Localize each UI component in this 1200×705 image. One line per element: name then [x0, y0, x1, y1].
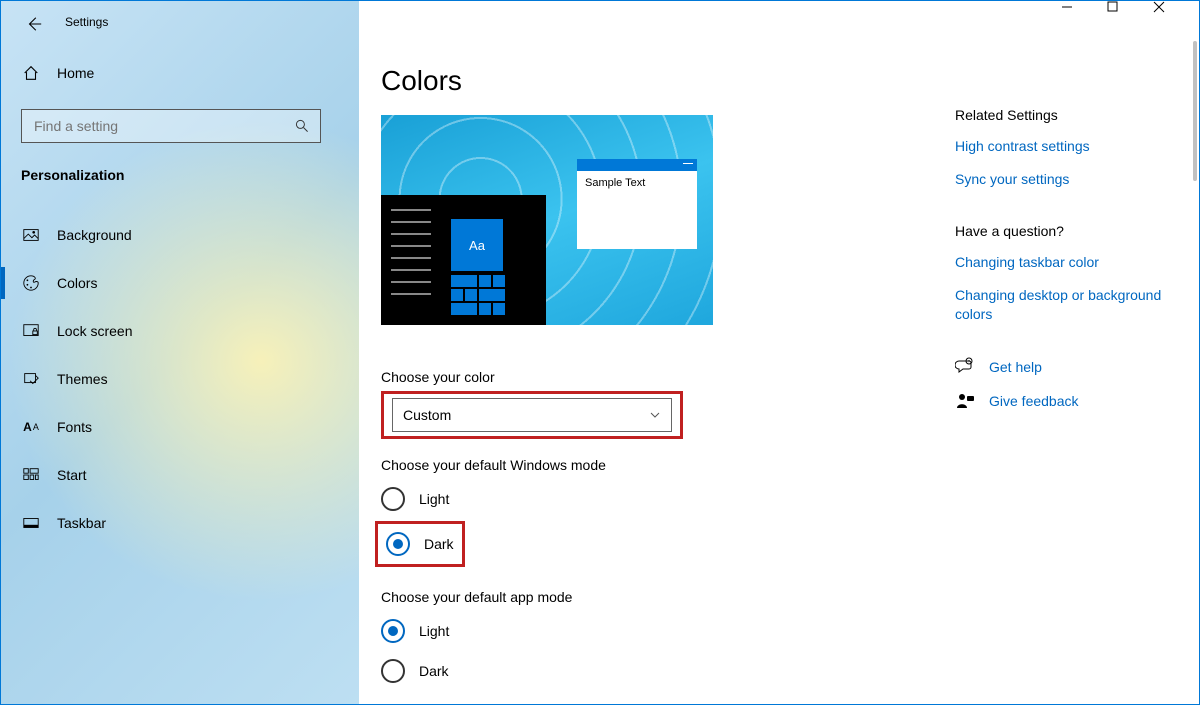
page-title: Colors: [381, 65, 462, 97]
back-button[interactable]: [25, 15, 43, 33]
app-mode-dark[interactable]: Dark: [381, 655, 449, 687]
search-input[interactable]: [32, 117, 294, 135]
aside-panel: Related Settings High contrast settings …: [955, 107, 1175, 425]
windows-mode-label: Choose your default Windows mode: [381, 457, 606, 473]
minimize-button[interactable]: [1061, 1, 1107, 33]
taskbar-icon: [21, 513, 41, 533]
minimize-icon: [1061, 1, 1107, 13]
preview-window-text: Sample Text: [577, 171, 697, 195]
link-get-help[interactable]: Get help: [989, 358, 1042, 377]
main-content: Colors Aa Sample Text Choose your color …: [359, 41, 1199, 704]
nav-item-fonts[interactable]: AA Fonts: [1, 403, 359, 451]
link-give-feedback[interactable]: Give feedback: [989, 392, 1079, 411]
home-icon: [21, 63, 41, 83]
radio-icon: [381, 619, 405, 643]
nav-item-colors[interactable]: Colors: [1, 259, 359, 307]
preview-tile: Aa: [451, 219, 503, 271]
question-header: Have a question?: [955, 223, 1175, 239]
link-changing-desktop-colors[interactable]: Changing desktop or background colors: [955, 286, 1175, 324]
nav-item-lock-screen[interactable]: Lock screen: [1, 307, 359, 355]
nav-item-label: Themes: [57, 371, 108, 387]
nav-item-start[interactable]: Start: [1, 451, 359, 499]
search-box[interactable]: [21, 109, 321, 143]
close-icon: [1153, 1, 1199, 13]
color-preview: Aa Sample Text: [381, 115, 713, 325]
link-high-contrast[interactable]: High contrast settings: [955, 137, 1175, 156]
nav-list: Background Colors Lock screen Themes AA …: [1, 211, 359, 547]
nav-home-label: Home: [57, 65, 94, 81]
nav-item-taskbar[interactable]: Taskbar: [1, 499, 359, 547]
fonts-icon: AA: [21, 417, 41, 437]
help-chat-icon: ?: [955, 357, 975, 377]
radio-icon: [381, 487, 405, 511]
feedback-person-icon: [955, 391, 975, 411]
nav-home[interactable]: Home: [21, 63, 94, 83]
choose-color-label: Choose your color: [381, 369, 495, 385]
back-arrow-icon: [25, 15, 43, 33]
scrollbar-thumb[interactable]: [1193, 41, 1197, 181]
highlight-dropdown: Custom: [381, 391, 683, 439]
color-mode-dropdown[interactable]: Custom: [392, 398, 672, 432]
nav-item-label: Colors: [57, 275, 97, 291]
start-grid-icon: [21, 465, 41, 485]
link-sync-settings[interactable]: Sync your settings: [955, 170, 1175, 189]
lock-screen-icon: [21, 321, 41, 341]
maximize-button[interactable]: [1107, 1, 1153, 33]
chevron-down-icon: [649, 409, 661, 421]
nav-item-background[interactable]: Background: [1, 211, 359, 259]
app-mode-light[interactable]: Light: [381, 615, 449, 647]
nav-item-label: Taskbar: [57, 515, 106, 531]
nav-item-label: Start: [57, 467, 87, 483]
radio-icon: [381, 659, 405, 683]
sidebar: Settings Home Personalization Background…: [1, 1, 359, 704]
nav-item-label: Lock screen: [57, 323, 132, 339]
settings-window: Settings Home Personalization Background…: [0, 0, 1200, 705]
picture-icon: [21, 225, 41, 245]
section-header: Personalization: [21, 167, 124, 183]
nav-item-label: Background: [57, 227, 132, 243]
related-settings-header: Related Settings: [955, 107, 1175, 123]
palette-icon: [21, 273, 41, 293]
app-title: Settings: [65, 15, 108, 29]
link-changing-taskbar-color[interactable]: Changing taskbar color: [955, 253, 1175, 272]
nav-item-label: Fonts: [57, 419, 92, 435]
radio-label: Light: [419, 491, 449, 507]
search-icon: [294, 118, 310, 134]
windows-mode-light[interactable]: Light: [381, 483, 449, 515]
preview-start-menu: Aa: [381, 195, 546, 325]
maximize-icon: [1107, 1, 1153, 12]
close-button[interactable]: [1153, 1, 1199, 33]
windows-mode-dark[interactable]: Dark: [386, 528, 454, 560]
nav-item-themes[interactable]: Themes: [1, 355, 359, 403]
app-mode-label: Choose your default app mode: [381, 589, 572, 605]
give-feedback-row[interactable]: Give feedback: [955, 391, 1175, 411]
title-bar: Settings: [1, 1, 359, 41]
radio-icon: [386, 532, 410, 556]
get-help-row[interactable]: ? Get help: [955, 357, 1175, 377]
radio-label: Dark: [424, 536, 454, 552]
window-caption: [1061, 1, 1199, 33]
highlight-dark-radio: Dark: [375, 521, 465, 567]
dropdown-value: Custom: [403, 407, 451, 423]
radio-label: Dark: [419, 663, 449, 679]
preview-window: Sample Text: [577, 159, 697, 249]
radio-label: Light: [419, 623, 449, 639]
themes-icon: [21, 369, 41, 389]
